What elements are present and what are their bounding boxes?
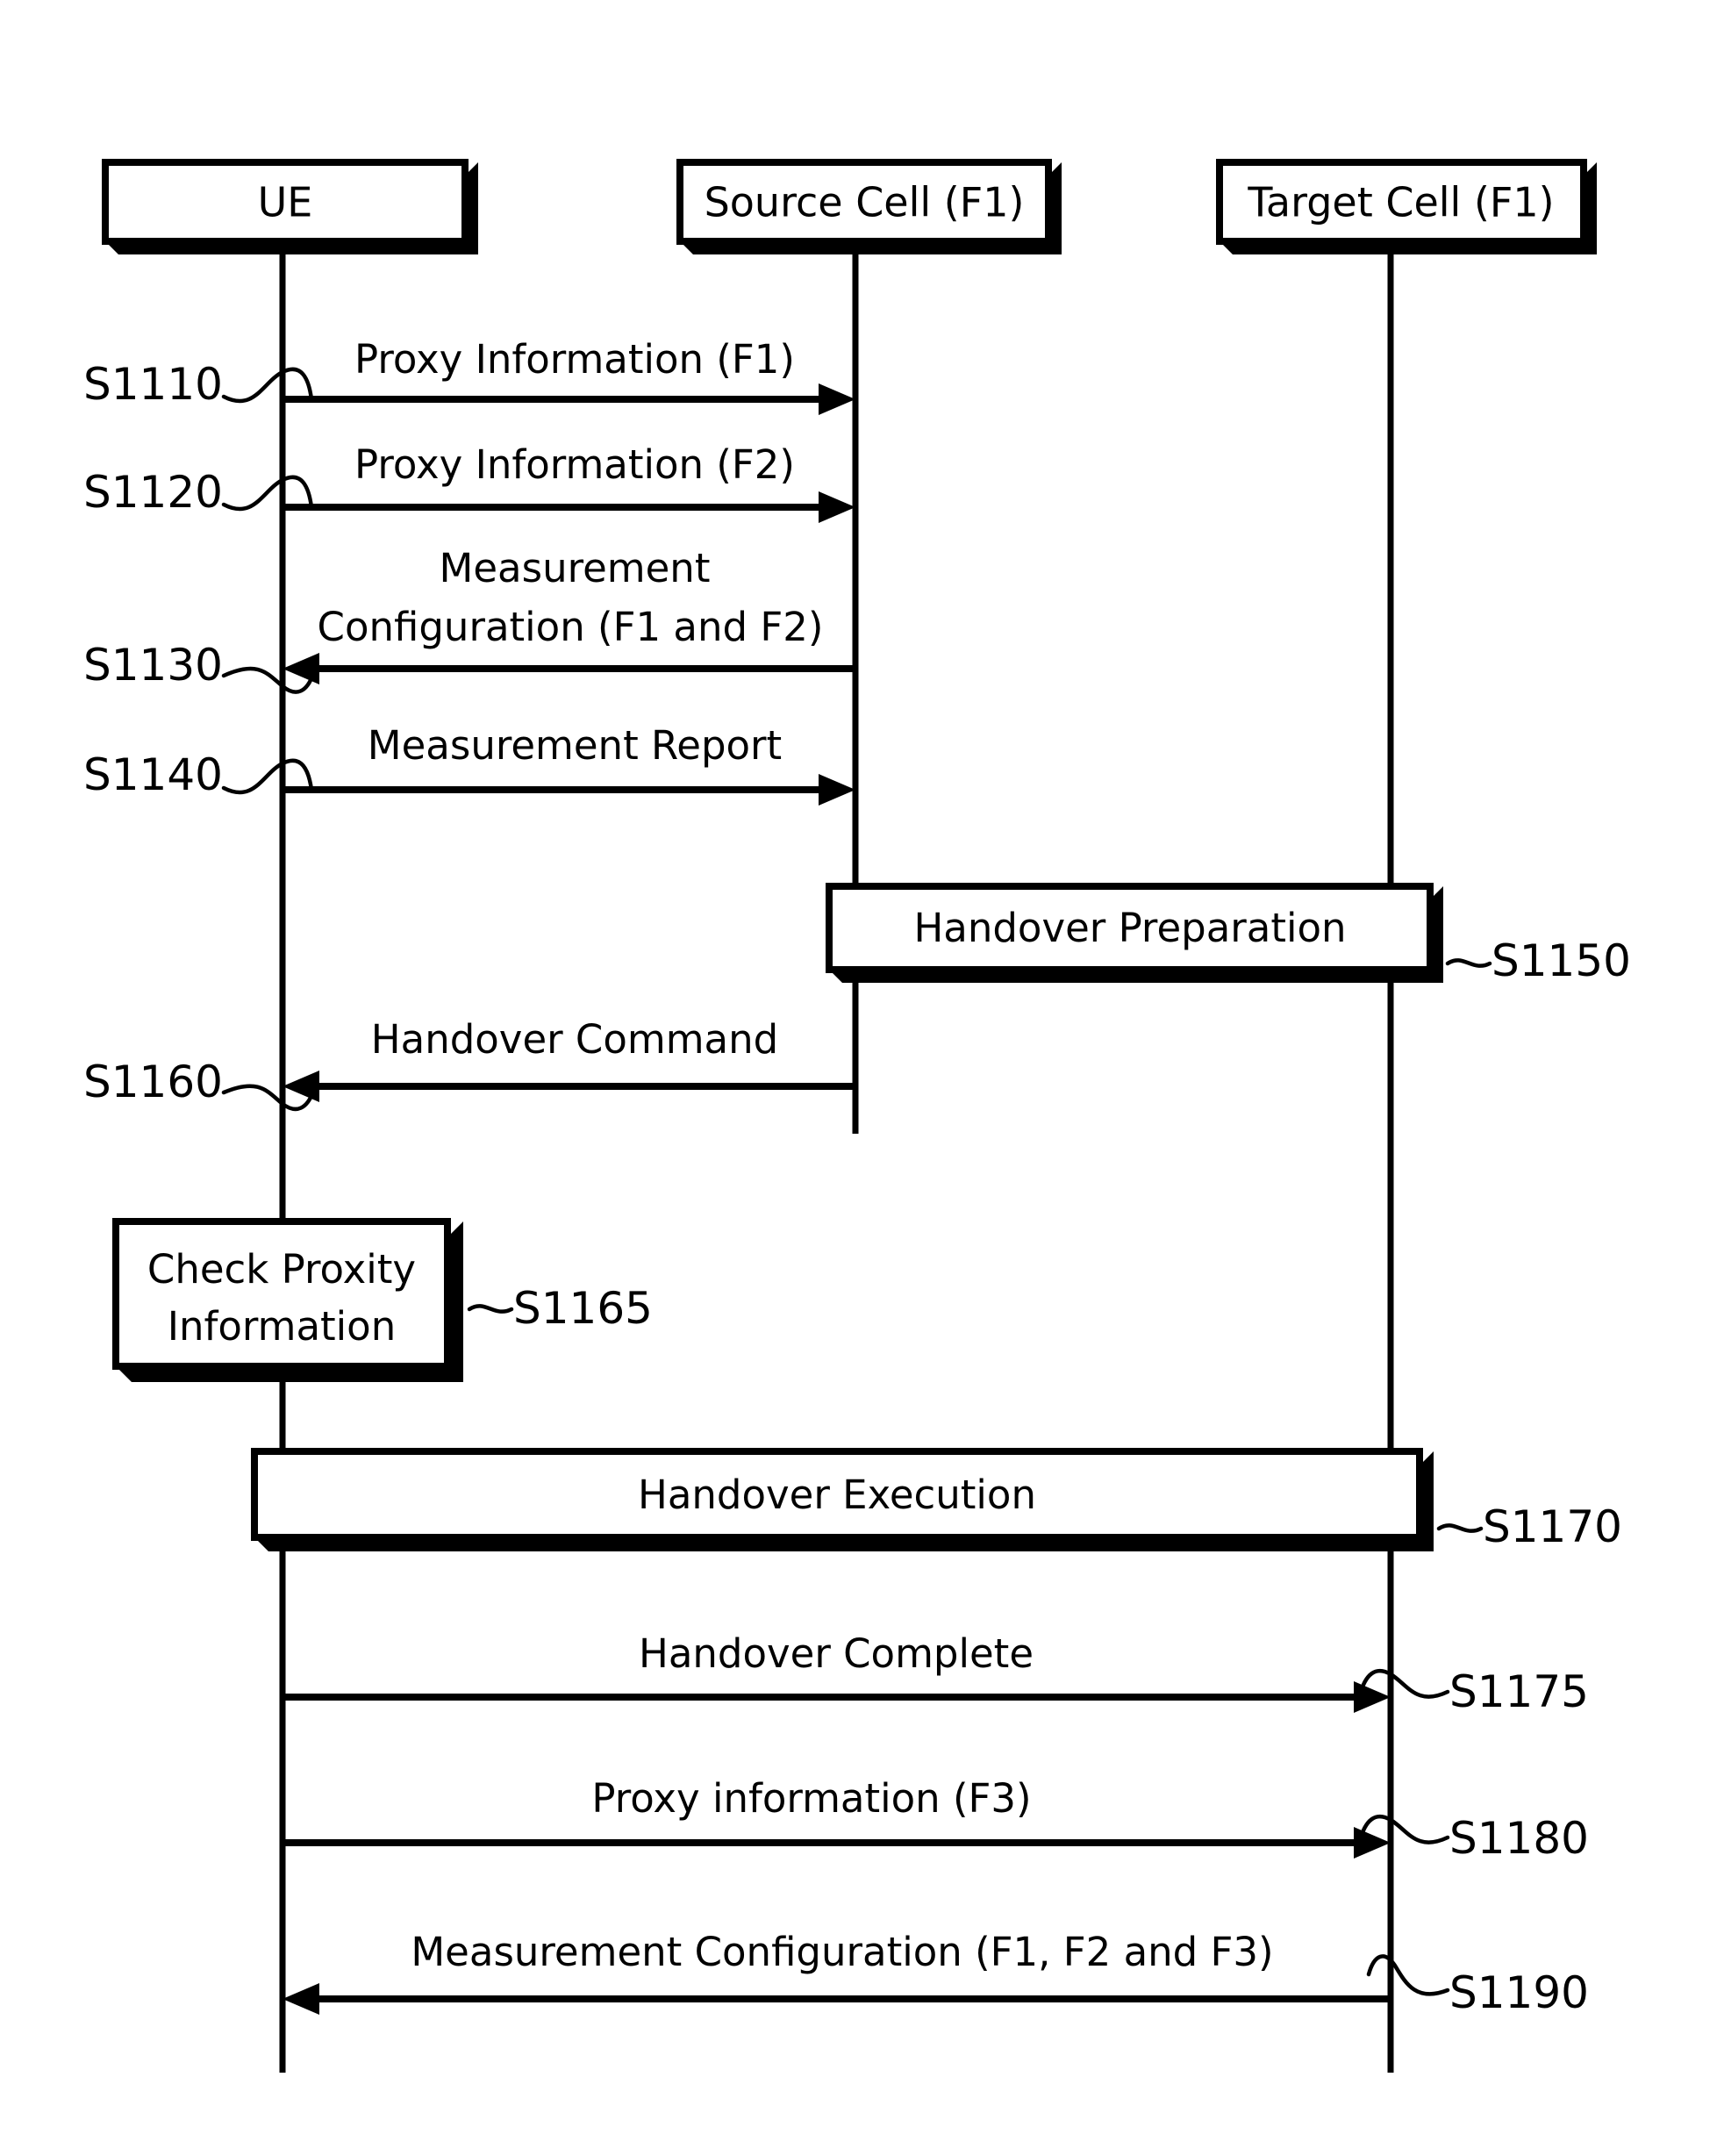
- actor-header-ue[interactable]: UE: [102, 159, 478, 254]
- message-label-s1130-line1: Measurement: [440, 545, 711, 591]
- message-label-s1120: Proxy Information (F2): [354, 441, 795, 488]
- message-label-s1110: Proxy Information (F1): [354, 336, 795, 383]
- step-label-s1140: S1140: [83, 749, 223, 800]
- leader-line-s1165: [467, 1304, 514, 1314]
- step-label-s1170: S1170: [1483, 1501, 1622, 1552]
- process-label-s1170: Handover Execution: [638, 1472, 1036, 1518]
- leader-line-s1150: [1445, 958, 1492, 968]
- step-label-s1180: S1180: [1449, 1813, 1589, 1864]
- step-label-s1190: S1190: [1449, 1967, 1589, 2018]
- leader-line-s1170: [1436, 1523, 1484, 1533]
- step-label-s1120: S1120: [83, 467, 223, 518]
- step-label-s1110: S1110: [83, 359, 223, 410]
- process-box-s1150[interactable]: Handover Preparation S1150: [826, 883, 1631, 986]
- message-label-s1190: Measurement Configuration (F1, F2 and F3…: [411, 1929, 1273, 1975]
- message-label-s1175: Handover Complete: [639, 1630, 1034, 1677]
- message-label-s1130-line2: Configuration (F1 and F2): [318, 604, 824, 650]
- process-box-s1170[interactable]: Handover Execution S1170: [251, 1448, 1622, 1552]
- message-s1130[interactable]: Measurement Configuration (F1 and F2) S1…: [83, 545, 855, 694]
- process-label-s1165-line1: Check Proxity: [147, 1246, 416, 1293]
- actor-label-target-cell: Target Cell (F1): [1247, 179, 1554, 226]
- arrowhead-left-s1160: [283, 1071, 319, 1102]
- step-label-s1165: S1165: [513, 1283, 653, 1334]
- message-s1160[interactable]: Handover Command S1160: [83, 1016, 855, 1112]
- step-label-s1160: S1160: [83, 1057, 223, 1107]
- message-label-s1140: Measurement Report: [368, 722, 782, 769]
- message-label-s1160: Handover Command: [371, 1016, 778, 1063]
- actor-header-source-cell[interactable]: Source Cell (F1): [676, 159, 1062, 254]
- step-label-s1150: S1150: [1492, 935, 1631, 986]
- message-s1140[interactable]: Measurement Report S1140: [83, 722, 855, 806]
- actor-label-ue: UE: [258, 179, 313, 226]
- message-s1110[interactable]: Proxy Information (F1) S1110: [83, 336, 855, 415]
- sequence-diagram-canvas: UE Source Cell (F1) Target Cell (F1) Pro…: [0, 0, 1724, 2156]
- arrowhead-left-s1130: [283, 653, 319, 684]
- actor-label-source-cell: Source Cell (F1): [705, 179, 1025, 226]
- arrowhead-right-s1140: [819, 774, 855, 806]
- process-label-s1150: Handover Preparation: [913, 905, 1346, 951]
- process-label-s1165-line2: Information: [168, 1303, 397, 1350]
- diagram-svg: UE Source Cell (F1) Target Cell (F1) Pro…: [83, 159, 1631, 2073]
- arrowhead-right-s1120: [819, 491, 855, 523]
- message-label-s1180: Proxy information (F3): [591, 1775, 1031, 1822]
- step-label-s1175: S1175: [1449, 1666, 1589, 1717]
- leader-line-s1190: [1366, 1954, 1450, 1996]
- step-label-s1130: S1130: [83, 640, 223, 691]
- actor-header-target-cell[interactable]: Target Cell (F1): [1216, 159, 1597, 254]
- process-box-s1165[interactable]: Check Proxity Information S1165: [112, 1218, 653, 1382]
- arrowhead-right-s1110: [819, 383, 855, 415]
- message-s1120[interactable]: Proxy Information (F2) S1120: [83, 441, 855, 523]
- arrowhead-left-s1190: [283, 1983, 319, 2015]
